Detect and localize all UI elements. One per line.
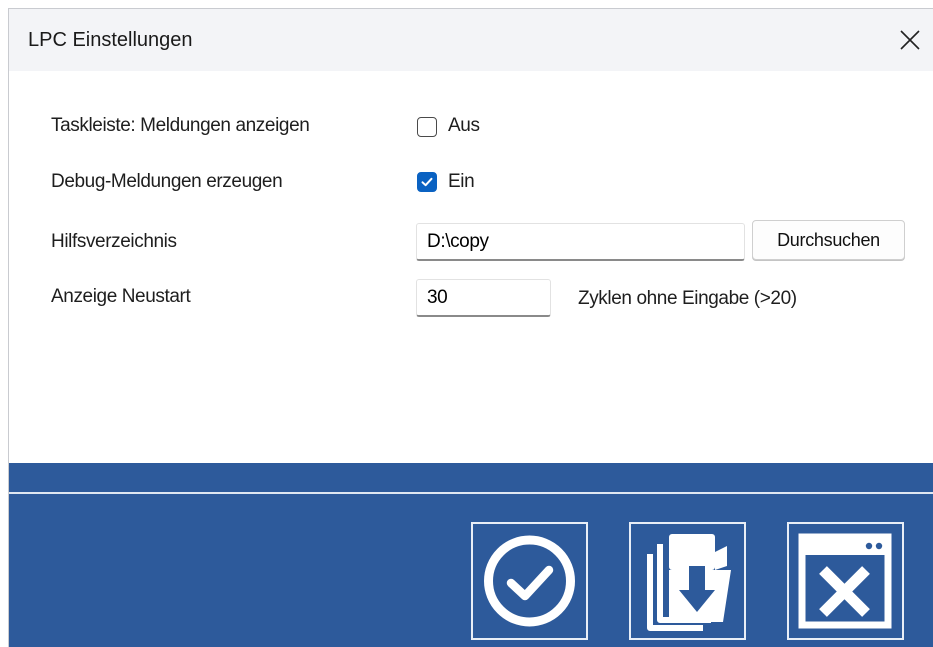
help-directory-input[interactable] <box>416 223 745 261</box>
debug-messages-checkbox[interactable] <box>417 172 437 192</box>
debug-messages-checkbox-label[interactable]: Ein <box>448 171 475 193</box>
import-button[interactable] <box>629 522 746 640</box>
settings-dialog: LPC Einstellungen Taskleiste: Meldungen … <box>8 8 933 647</box>
footer-bar <box>9 463 933 647</box>
close-button[interactable] <box>893 23 927 57</box>
checkmark-circle-icon <box>484 535 575 627</box>
footer-divider <box>9 492 933 494</box>
restart-display-label: Anzeige Neustart <box>51 286 191 307</box>
help-directory-label: Hilfsverzeichnis <box>51 231 177 252</box>
confirm-button[interactable] <box>471 522 588 640</box>
taskbar-messages-label: Taskleiste: Meldungen anzeigen <box>51 115 310 136</box>
import-documents-icon <box>647 534 731 631</box>
debug-messages-label: Debug-Meldungen erzeugen <box>51 171 283 192</box>
close-icon <box>900 30 920 50</box>
taskbar-messages-checkbox-label[interactable]: Aus <box>448 115 480 137</box>
taskbar-messages-checkbox[interactable] <box>417 117 437 137</box>
window-title: LPC Einstellungen <box>28 29 193 51</box>
close-window-icon <box>798 533 892 629</box>
restart-cycles-input[interactable] <box>416 279 551 317</box>
restart-cycles-hint: Zyklen ohne Eingabe (>20) <box>578 288 797 309</box>
cancel-button[interactable] <box>787 522 904 640</box>
browse-button[interactable]: Durchsuchen <box>752 220 905 260</box>
title-bar: LPC Einstellungen <box>9 9 933 71</box>
checkmark-icon <box>421 177 433 187</box>
